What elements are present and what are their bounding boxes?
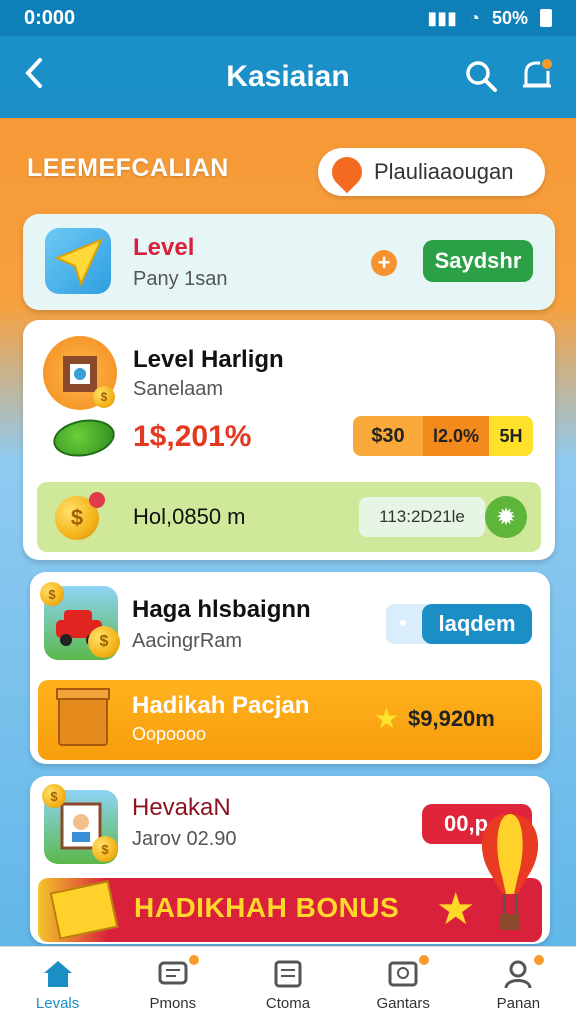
chat-icon [157,959,189,989]
bar-chip: 113:2D21le [359,497,485,537]
back-arrow-icon[interactable] [22,56,46,99]
coin-icon: $ [93,386,115,408]
notification-badge [540,57,554,71]
star-icon: ★ [436,885,476,934]
battery-icon [540,9,552,27]
paper-plane-icon [45,228,111,294]
leaf-icon [325,150,369,194]
bonus-banner[interactable]: HADIKHAH BONUS ★ [38,878,542,942]
nav-item-pmons[interactable]: Pmons [123,953,223,1012]
bar-text: Hol,0850 m [133,504,246,529]
hevakan-title: HevakaN [132,794,231,821]
harlign-progress-bar[interactable]: $ Hol,0850 m 113:2D21le ✹ [37,482,541,552]
search-icon[interactable] [464,59,498,93]
gear-icon[interactable]: ✹ [485,496,527,538]
level-card[interactable]: Level Pany 1san + Saydshr [23,214,555,310]
nav-badge [532,953,547,967]
status-icons: ▮▮▮ ◔ 50% [427,8,552,29]
hot-air-balloon-icon [472,810,548,938]
plus-icon[interactable]: + [371,250,397,276]
nav-label: Panan [496,995,541,1012]
red-ball-icon [89,492,105,508]
hevakan-subtitle: Jarov 02.90 [132,828,237,850]
harlign-chip-group: $30 l2.0% 5H [353,416,533,456]
nav-badge [417,953,432,967]
wifi-icon: ◔ [469,7,480,28]
haga-subtitle: AacingrRam [132,630,243,652]
nav-item-panan[interactable]: Panan [468,953,568,1012]
bonus-star-badge [49,880,119,940]
status-time: 0:000 [24,6,76,29]
bonus-text: HADIKHAH BONUS [134,892,400,923]
pill-label: Plauliaaougan [374,159,514,184]
nav-label: Levals [35,995,80,1012]
top-app-bar: Kasiaian [0,36,576,118]
chip-b: l2.0% [423,416,489,456]
harlign-percent: 1$,201% [133,420,252,453]
status-bar: 0:000 ▮▮▮ ◔ 50% [0,0,576,36]
category-pill[interactable]: Plauliaaougan [318,148,545,196]
nav-badge [186,953,201,967]
banner-amount: $9,920m [408,706,495,731]
gift-box-icon [56,688,110,746]
melon-icon [50,414,118,462]
page-title: Kasiaian [226,60,350,93]
nav-label: Gantars [376,995,430,1012]
banner-title: Hadikah Pacjan [132,692,310,719]
bottom-nav: Levals Pmons Ctoma Gantars Panan [0,946,576,1024]
nav-label: Ctoma [265,995,311,1012]
coin-icon: $ [42,784,66,808]
document-icon [272,959,304,989]
level-subtitle: Pany 1san [133,268,228,290]
battery-level: 50% [491,7,528,28]
profile-icon [502,959,534,989]
signal-icon: ▮▮▮ [427,7,458,28]
nav-label: Pmons [149,995,197,1012]
nav-item-levals[interactable]: Levals [8,959,108,1012]
banner-sub: Oopoooo [132,724,207,744]
chip-c: 5H [489,416,533,456]
nav-item-gantars[interactable]: Gantars [353,953,453,1012]
home-icon [42,959,74,989]
coin-icon: $ [40,582,64,606]
level-title: Level [133,234,195,261]
haga-banner[interactable]: Hadikah Pacjan Oopoooo ★ $9,920m [38,680,542,760]
haga-card[interactable]: $ $ Haga hlsbaignn AacingrRam laqdem Had… [30,572,550,764]
star-icon: ★ [374,703,400,734]
bell-icon[interactable] [520,57,554,93]
coin-icon: $ [88,626,120,658]
chip-a: $30 [353,416,423,456]
nav-item-ctoma[interactable]: Ctoma [238,959,338,1012]
harlign-title: Level Harlign [133,346,284,373]
haga-button[interactable]: laqdem [422,604,532,644]
level-harlign-card[interactable]: $ Level Harlign Sanelaam 1$,201% $30 l2.… [23,320,555,560]
haga-title: Haga hlsbaignn [132,596,311,623]
level-action-button[interactable]: Saydshr [423,240,533,282]
coin-icon: $ [92,836,118,862]
section-heading: LEEMEFCALIAN [27,154,229,182]
harlign-subtitle: Sanelaam [133,378,224,400]
image-icon [387,959,419,989]
